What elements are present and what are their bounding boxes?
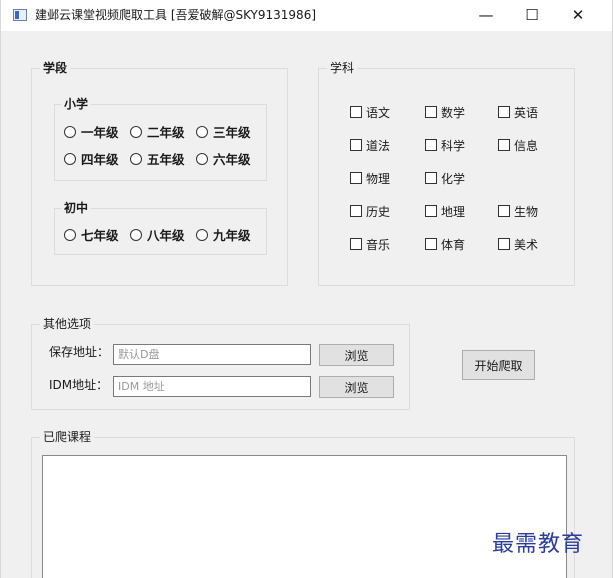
checkbox-physics[interactable]: 物理 [350,170,390,188]
radio-circle [196,126,208,138]
checkbox-label: 物理 [366,172,391,186]
radio-label: 七年级 [81,228,119,243]
radio-circle [130,126,142,138]
checkbox-morality-law[interactable]: 道法 [350,137,390,155]
watermark-text: 最需教育 [492,532,585,557]
radio-grade-3[interactable]: 三年级 [196,124,251,142]
checkbox-square [350,205,362,217]
checkbox-label: 历史 [366,205,391,219]
checkbox-label: 科学 [441,139,466,153]
checkbox-math[interactable]: 数学 [425,104,465,122]
checkbox-label: 体育 [441,238,466,252]
checkbox-information[interactable]: 信息 [498,137,538,155]
checkbox-label: 英语 [514,106,539,120]
checkbox-square [425,106,437,118]
checkbox-square [350,238,362,250]
checkbox-square [425,139,437,151]
checkbox-square [425,172,437,184]
checkbox-label: 化学 [441,172,466,186]
radio-label: 四年级 [81,152,119,167]
app-icon [13,9,27,21]
checkbox-chemistry[interactable]: 化学 [425,170,465,188]
radio-label: 二年级 [147,125,185,140]
minimize-button[interactable]: — [463,0,509,31]
radio-label: 六年级 [213,152,251,167]
radio-circle [196,153,208,165]
checkbox-square [498,205,510,217]
radio-circle [130,229,142,241]
radio-label: 九年级 [213,228,251,243]
checkbox-label: 语文 [366,106,391,120]
checkbox-label: 数学 [441,106,466,120]
checkbox-chinese[interactable]: 语文 [350,104,390,122]
checkbox-label: 地理 [441,205,466,219]
stage-group-title: 学段 [40,60,71,76]
radio-grade-1[interactable]: 一年级 [64,124,119,142]
radio-grade-4[interactable]: 四年级 [64,151,119,169]
title-bar: 建邺云课堂视频爬取工具 [吾爱破解@SKY9131986] — ☐ ✕ [1,0,612,31]
radio-label: 一年级 [81,125,119,140]
radio-circle [196,229,208,241]
radio-circle [64,126,76,138]
close-button[interactable]: ✕ [555,0,601,31]
checkbox-label: 音乐 [366,238,391,252]
app-window: 建邺云课堂视频爬取工具 [吾爱破解@SKY9131986] — ☐ ✕ 学段 小… [0,0,613,578]
maximize-button[interactable]: ☐ [509,0,555,31]
checkbox-english[interactable]: 英语 [498,104,538,122]
checkbox-biology[interactable]: 生物 [498,203,538,221]
crawled-courses-title: 已爬课程 [40,429,95,445]
window-title: 建邺云课堂视频爬取工具 [吾爱破解@SKY9131986] [35,8,317,22]
radio-grade-8[interactable]: 八年级 [130,227,185,245]
junior-high-group: 初中 七年级 八年级 九年级 [54,200,267,255]
checkbox-history[interactable]: 历史 [350,203,390,221]
subject-group: 学科 语文 数学 英语 道法 科学 信息 物理 化学 历史 地理 生物 音乐 体… [318,60,575,286]
radio-grade-7[interactable]: 七年级 [64,227,119,245]
primary-school-title: 小学 [61,96,92,112]
checkbox-pe[interactable]: 体育 [425,236,465,254]
other-options-group: 其他选项 保存地址： 浏览 IDM地址： 浏览 [31,316,410,410]
stage-group: 学段 小学 一年级 二年级 三年级 四年级 五年级 六年级 初中 七年级 八年级… [31,60,288,286]
radio-circle [64,153,76,165]
radio-label: 八年级 [147,228,185,243]
crawled-courses-list[interactable] [42,455,567,578]
idm-path-browse-button[interactable]: 浏览 [319,376,394,398]
checkbox-square [350,139,362,151]
radio-label: 三年级 [213,125,251,140]
radio-grade-6[interactable]: 六年级 [196,151,251,169]
checkbox-art[interactable]: 美术 [498,236,538,254]
checkbox-square [498,238,510,250]
radio-grade-5[interactable]: 五年级 [130,151,185,169]
checkbox-label: 信息 [514,139,539,153]
start-crawl-button[interactable]: 开始爬取 [462,350,535,380]
radio-circle [130,153,142,165]
checkbox-square [425,238,437,250]
other-options-title: 其他选项 [40,316,95,332]
checkbox-square [350,106,362,118]
radio-grade-9[interactable]: 九年级 [196,227,251,245]
checkbox-square [498,139,510,151]
radio-grade-2[interactable]: 二年级 [130,124,185,142]
checkbox-label: 美术 [514,238,539,252]
checkbox-geography[interactable]: 地理 [425,203,465,221]
subject-group-title: 学科 [327,60,358,76]
checkbox-music[interactable]: 音乐 [350,236,390,254]
checkbox-square [498,106,510,118]
checkbox-science[interactable]: 科学 [425,137,465,155]
primary-school-group: 小学 一年级 二年级 三年级 四年级 五年级 六年级 [54,96,267,181]
save-path-browse-button[interactable]: 浏览 [319,344,394,366]
radio-circle [64,229,76,241]
checkbox-square [350,172,362,184]
checkbox-square [425,205,437,217]
junior-high-title: 初中 [61,200,92,216]
idm-path-input[interactable] [113,376,311,397]
idm-path-label: IDM地址： [49,378,109,392]
radio-label: 五年级 [147,152,185,167]
checkbox-label: 生物 [514,205,539,219]
checkbox-label: 道法 [366,139,391,153]
save-path-input[interactable] [113,344,311,365]
save-path-label: 保存地址： [49,345,110,359]
